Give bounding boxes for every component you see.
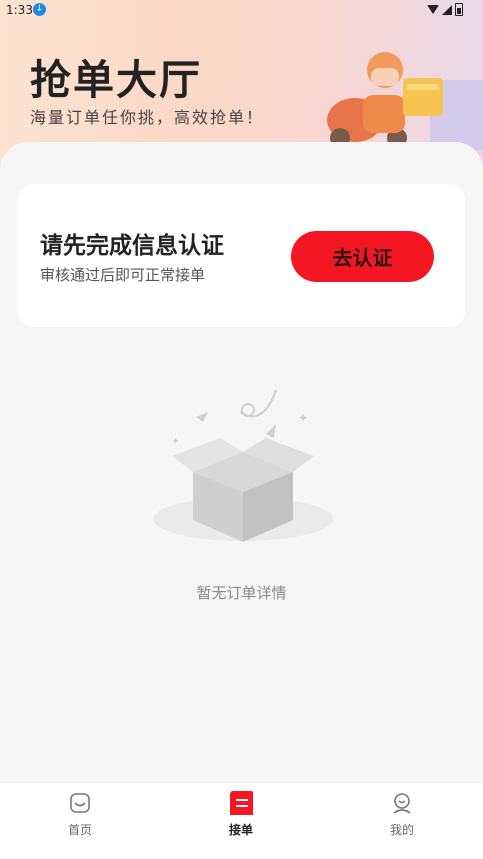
tab-profile[interactable]: 我的 <box>362 791 442 838</box>
home-icon <box>70 793 90 813</box>
page-subtitle: 海量订单任你挑，高效抢单！ <box>30 108 265 127</box>
svg-text:✦: ✦ <box>298 411 308 425</box>
bottom-tab-bar: 首页 接单 我的 <box>0 782 483 859</box>
svg-text:✦: ✦ <box>172 437 180 447</box>
tab-home[interactable]: 首页 <box>40 791 120 838</box>
verification-card: 请先完成信息认证 审核通过后即可正常接单 去认证 <box>18 184 465 327</box>
verify-button[interactable]: 去认证 <box>291 231 434 282</box>
verification-title: 请先完成信息认证 <box>40 233 224 259</box>
courier-illustration-icon <box>327 52 483 150</box>
battery-icon <box>455 3 463 16</box>
page-title: 抢单大厅 <box>30 56 202 104</box>
empty-box-icon: ✦ ✦ <box>153 389 333 542</box>
signal-icon <box>442 4 452 15</box>
main-panel: 请先完成信息认证 审核通过后即可正常接单 去认证 ✦ ✦ 暂无订单详情 <box>0 142 483 782</box>
empty-state-text: 暂无订单详情 <box>196 584 287 602</box>
profile-icon <box>393 793 411 814</box>
verification-subtitle: 审核通过后即可正常接单 <box>40 266 206 284</box>
order-icon <box>230 791 253 815</box>
status-time: 1:33 <box>6 3 33 17</box>
system-icons <box>427 3 463 16</box>
tab-orders-label: 接单 <box>228 823 253 837</box>
wifi-icon <box>427 5 439 14</box>
tab-home-label: 首页 <box>67 823 92 837</box>
tab-profile-label: 我的 <box>389 823 414 837</box>
status-bar: 1:33 ↓ <box>0 0 483 20</box>
download-icon: ↓ <box>33 3 46 16</box>
tab-orders[interactable]: 接单 <box>201 791 281 838</box>
